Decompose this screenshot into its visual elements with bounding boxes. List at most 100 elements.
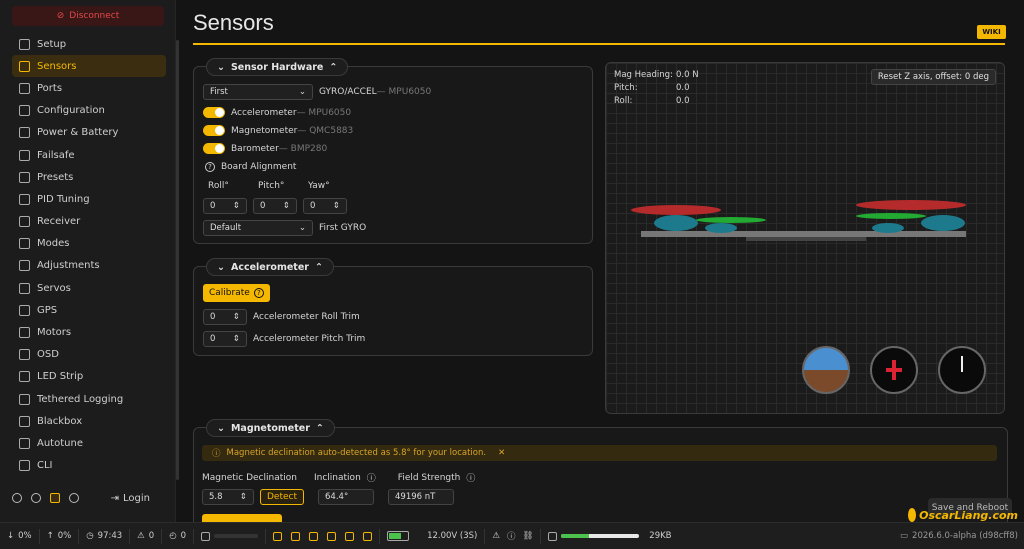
wiki-button[interactable]: WIKI [977,25,1006,39]
sidebar-item-motors[interactable]: Motors [12,321,166,343]
propeller-rl [696,217,766,223]
roll-trim-input[interactable]: 0 ⇕ [203,309,247,325]
sidebar-item-cli[interactable]: CLI [12,455,166,477]
sidebar-item-receiver[interactable]: Receiver [12,211,166,233]
sidebar-item-setup[interactable]: Setup [12,33,166,55]
sidebar-item-autotune[interactable]: Autotune [12,432,166,454]
sliders-icon [19,38,30,50]
yaw-input[interactable]: 0 ⇕ [303,198,347,214]
disconnect-button[interactable]: ⊘ Disconnect [12,6,164,26]
chevron-down-icon: ⌄ [217,261,225,273]
gyro2-select[interactable]: Default ⌄ [203,220,313,236]
sidebar-item-label: Tethered Logging [37,393,124,405]
sidebar-item-configuration[interactable]: Configuration [12,100,166,122]
sidebar-item-led-strip[interactable]: LED Strip [12,366,166,388]
magnetometer-header[interactable]: ⌄ Magnetometer ⌃ [206,419,335,437]
sidebar-item-adjustments[interactable]: Adjustments [12,255,166,277]
sidebar-item-osd[interactable]: OSD [12,344,166,366]
warning-icon: ⚠ [137,531,145,541]
sidebar-item-label: GPS [37,304,58,316]
detect-button[interactable]: Detect [260,489,305,505]
motor-fr [921,215,965,231]
sidebar-item-label: PID Tuning [37,193,90,205]
mag-calibrate-button[interactable] [202,514,282,522]
cpu-icon [201,531,211,541]
gear-icon [19,105,30,117]
nav-list: Setup Sensors Ports Configuration Power & Ba… [12,33,166,477]
loop-count: ◴ 0 [162,528,195,544]
sidebar-item-presets[interactable]: Presets [12,166,166,188]
mag-status-icon [309,531,319,541]
timer-icon: ◴ [169,531,177,541]
settings-icon[interactable] [12,493,22,503]
drone-logo-icon [908,508,917,522]
log-status: 29KB [541,529,678,544]
sidebar-item-gps[interactable]: GPS [12,299,166,321]
gyro-select[interactable]: First ⌄ [203,84,313,100]
model-viewport[interactable]: Mag Heading: 0.0 N Pitch: 0.0 Roll: 0.0 Res… [605,62,1005,414]
document-icon[interactable] [69,493,79,503]
sidebar-item-label: Failsafe [37,149,75,161]
barometer-toggle[interactable] [203,143,225,154]
roll-input[interactable]: 0 ⇕ [203,198,247,214]
quad-frame [641,231,966,237]
title-divider [193,43,1005,45]
motor-icon [19,327,30,339]
upload-rate: ↑ 0% [40,528,80,544]
sidebar-item-modes[interactable]: Modes [12,233,166,255]
sidebar-item-label: Motors [37,327,72,339]
accelerometer-header[interactable]: ⌄ Accelerometer ⌃ [206,258,334,276]
chevron-up-icon: ⌃ [315,422,324,434]
theme-icon[interactable] [31,493,41,503]
declination-notice: ⓘ Magnetic declination auto-detected as 5… [202,445,997,461]
sidebar-item-sensors[interactable]: Sensors [12,55,166,78]
sidebar-item-label: Sensors [37,60,77,72]
sidebar-item-tethered-logging[interactable]: Tethered Logging [12,388,166,410]
chevron-down-icon: ⌄ [217,61,225,73]
sidebar-item-power-battery[interactable]: Power & Battery [12,122,166,144]
help-icon[interactable]: ⓘ [367,471,376,484]
sidebar-item-pid-tuning[interactable]: PID Tuning [12,188,166,210]
sidebar-item-failsafe[interactable]: Failsafe [12,144,166,166]
help-icon[interactable]: ? [205,162,215,172]
motor-rl [705,223,737,233]
calibrate-button[interactable]: Calibrate? [203,284,270,302]
adjust-icon [19,260,30,272]
monitor-icon: ▭ [900,531,909,541]
gyro-chip: — MPU6050 [376,87,432,97]
propeller-rr [856,213,926,219]
pitch-trim-input[interactable]: 0 ⇕ [203,331,247,347]
pitch-input[interactable]: 0 ⇕ [253,198,297,214]
quad-body [746,237,866,241]
propeller-fr [856,200,966,210]
accelerometer-toggle[interactable] [203,107,225,118]
sidebar-item-label: Blackbox [37,415,83,427]
log-icon [19,393,30,405]
sidebar-item-label: Adjustments [37,260,100,272]
wrench-icon[interactable] [50,493,60,503]
terminal-icon [19,460,30,472]
gps-status-icon [345,531,355,541]
cpu-load [194,528,267,544]
sidebar-item-label: Modes [37,238,70,250]
chip-icon [19,60,30,72]
antenna-icon [19,216,30,228]
warning-icon: ⚠ [492,531,500,541]
sidebar-item-ports[interactable]: Ports [12,77,166,99]
sidebar-item-blackbox[interactable]: Blackbox [12,410,166,432]
gauge-icon [19,193,30,205]
gyro-label: GYRO/ACCEL [319,87,377,97]
sidebar-item-servos[interactable]: Servos [12,277,166,299]
help-icon[interactable]: ⓘ [466,471,475,484]
sensor-hardware-header[interactable]: ⌄ Sensor Hardware ⌃ [206,58,349,76]
uptime: ◷ 97:43 [79,528,131,544]
close-icon[interactable]: ✕ [498,448,505,458]
declination-input[interactable]: 5.8 ⇕ [202,489,254,505]
inclination-field: 64.4° [318,489,375,505]
tune-icon [19,437,30,449]
gyro-status-icon [273,531,283,541]
login-button[interactable]: ⇥ Login [111,493,150,504]
magnetometer-toggle[interactable] [203,125,225,136]
sidebar-scrollbar[interactable] [176,40,179,480]
chevron-down-icon: ⌄ [298,87,306,97]
